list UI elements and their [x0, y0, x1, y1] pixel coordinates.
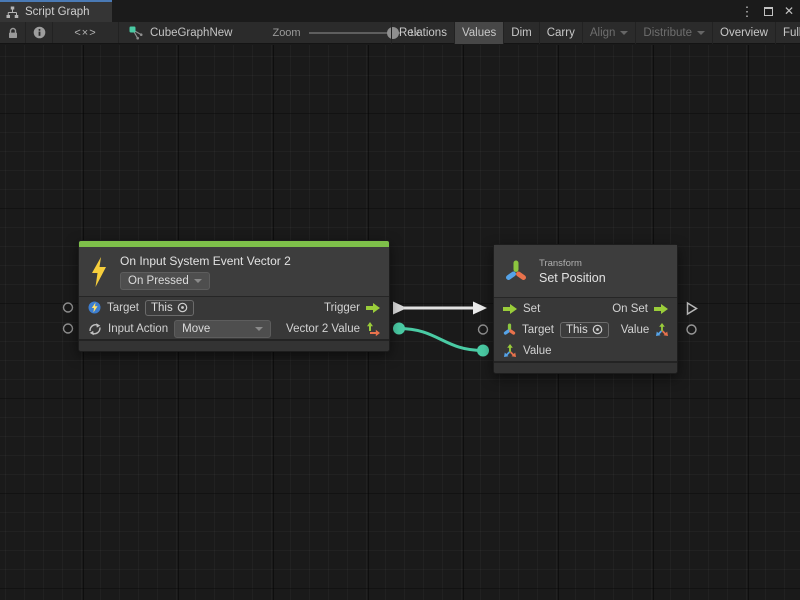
info-button[interactable] [26, 22, 53, 43]
relations-button[interactable]: Relations [391, 22, 454, 44]
set-position-footer [494, 361, 677, 373]
port-label: Vector 2 Value [286, 323, 360, 335]
vector3-icon [503, 344, 517, 358]
target-picker-icon [177, 302, 188, 313]
port-row-target: Target This Trigger [79, 297, 389, 318]
node-category: Transform [539, 258, 606, 269]
distribute-button[interactable]: Distribute [635, 22, 712, 44]
port-label: Value [523, 345, 552, 357]
port-row-value: Value [494, 340, 677, 361]
port-label: Target [107, 302, 139, 314]
graph-asset-icon [129, 26, 143, 40]
titlebar: Script Graph ⋮ ✕ [0, 0, 800, 22]
overview-button[interactable]: Overview [712, 22, 775, 44]
target-picker-icon [592, 324, 603, 335]
port-label: On Set [612, 303, 648, 315]
chevron-down-icon [697, 31, 705, 35]
event-node-body: Target This Trigger [79, 296, 389, 339]
values-button[interactable]: Values [454, 22, 503, 44]
set-position-title: Set Position [539, 271, 606, 285]
graph-canvas[interactable]: On Input System Event Vector 2 On Presse… [0, 45, 800, 600]
port-vector2-value-output[interactable] [393, 323, 405, 335]
set-position-body: Set On Set Target [494, 297, 677, 361]
port-target-input[interactable] [64, 303, 73, 312]
event-mode-dropdown[interactable]: On Pressed [120, 272, 210, 290]
chevron-down-icon [194, 279, 202, 283]
port-row-target: Target This Value [494, 319, 677, 340]
target-this-button[interactable]: This [145, 300, 194, 316]
port-input-action-input[interactable] [64, 324, 73, 333]
port-label: Target [522, 324, 554, 336]
port-label: Set [523, 303, 540, 315]
tab-script-graph[interactable]: Script Graph [0, 0, 112, 22]
port-target2-input[interactable] [479, 325, 488, 334]
target-this-button[interactable]: This [560, 322, 609, 338]
chevron-down-icon [620, 31, 628, 35]
chevron-down-icon [255, 327, 263, 331]
graph-toolbar: <×> CubeGraphNew Zoom 1x Relations Value… [0, 22, 800, 44]
port-row-input-action: Input Action Move Vector 2 Value [79, 318, 389, 339]
kebab-menu-icon[interactable]: ⋮ [741, 4, 753, 18]
tab-title: Script Graph [25, 6, 90, 18]
port-value-output[interactable] [687, 325, 696, 334]
port-set-input[interactable] [473, 302, 487, 315]
port-label: Trigger [324, 302, 360, 314]
node-on-input-system-event[interactable]: On Input System Event Vector 2 On Presse… [78, 240, 390, 352]
window-controls: ⋮ ✕ [741, 0, 795, 22]
graph-breadcrumb[interactable]: CubeGraphNew [119, 22, 244, 43]
vector3-icon [655, 323, 669, 337]
input-action-icon [88, 322, 102, 336]
maximize-icon[interactable] [762, 4, 774, 18]
close-icon[interactable]: ✕ [783, 4, 795, 18]
view-buttons: Relations Values Dim Carry Align Distrib… [391, 22, 800, 44]
lock-button[interactable] [0, 22, 26, 43]
graph-name: CubeGraphNew [150, 27, 232, 39]
event-node-header: On Input System Event Vector 2 On Presse… [79, 247, 389, 296]
gameobject-event-icon [88, 301, 101, 314]
transform-mini-icon [503, 323, 516, 336]
port-row-set: Set On Set [494, 298, 677, 319]
port-on-set-output[interactable] [688, 303, 697, 314]
align-button[interactable]: Align [582, 22, 636, 44]
event-node-title: On Input System Event Vector 2 [120, 254, 291, 268]
carry-button[interactable]: Carry [539, 22, 582, 44]
port-label: Input Action [108, 323, 168, 335]
value-wire[interactable] [399, 329, 483, 351]
code-icon: <×> [74, 27, 96, 39]
port-value-input[interactable] [477, 345, 489, 357]
full-screen-button[interactable]: Full Screen [775, 22, 800, 44]
script-graph-icon [6, 6, 19, 19]
input-action-dropdown[interactable]: Move [174, 320, 271, 338]
transform-icon [504, 259, 528, 283]
info-icon [33, 26, 46, 39]
zoom-slider[interactable] [309, 22, 401, 44]
dim-button[interactable]: Dim [503, 22, 538, 44]
lightning-bolt-icon [89, 257, 109, 287]
set-position-header: Transform Set Position [494, 245, 677, 297]
node-set-position[interactable]: Transform Set Position Set On Set [493, 244, 678, 374]
edit-source-button[interactable]: <×> [53, 22, 119, 43]
port-label: Value [621, 324, 650, 336]
flow-arrow-icon [654, 304, 668, 314]
vector2-icon [366, 322, 380, 336]
flow-arrow-icon [503, 304, 517, 314]
lock-icon [7, 27, 19, 39]
event-node-footer [79, 339, 389, 351]
zoom-label: Zoom [272, 27, 300, 39]
flow-arrow-icon [366, 303, 380, 313]
